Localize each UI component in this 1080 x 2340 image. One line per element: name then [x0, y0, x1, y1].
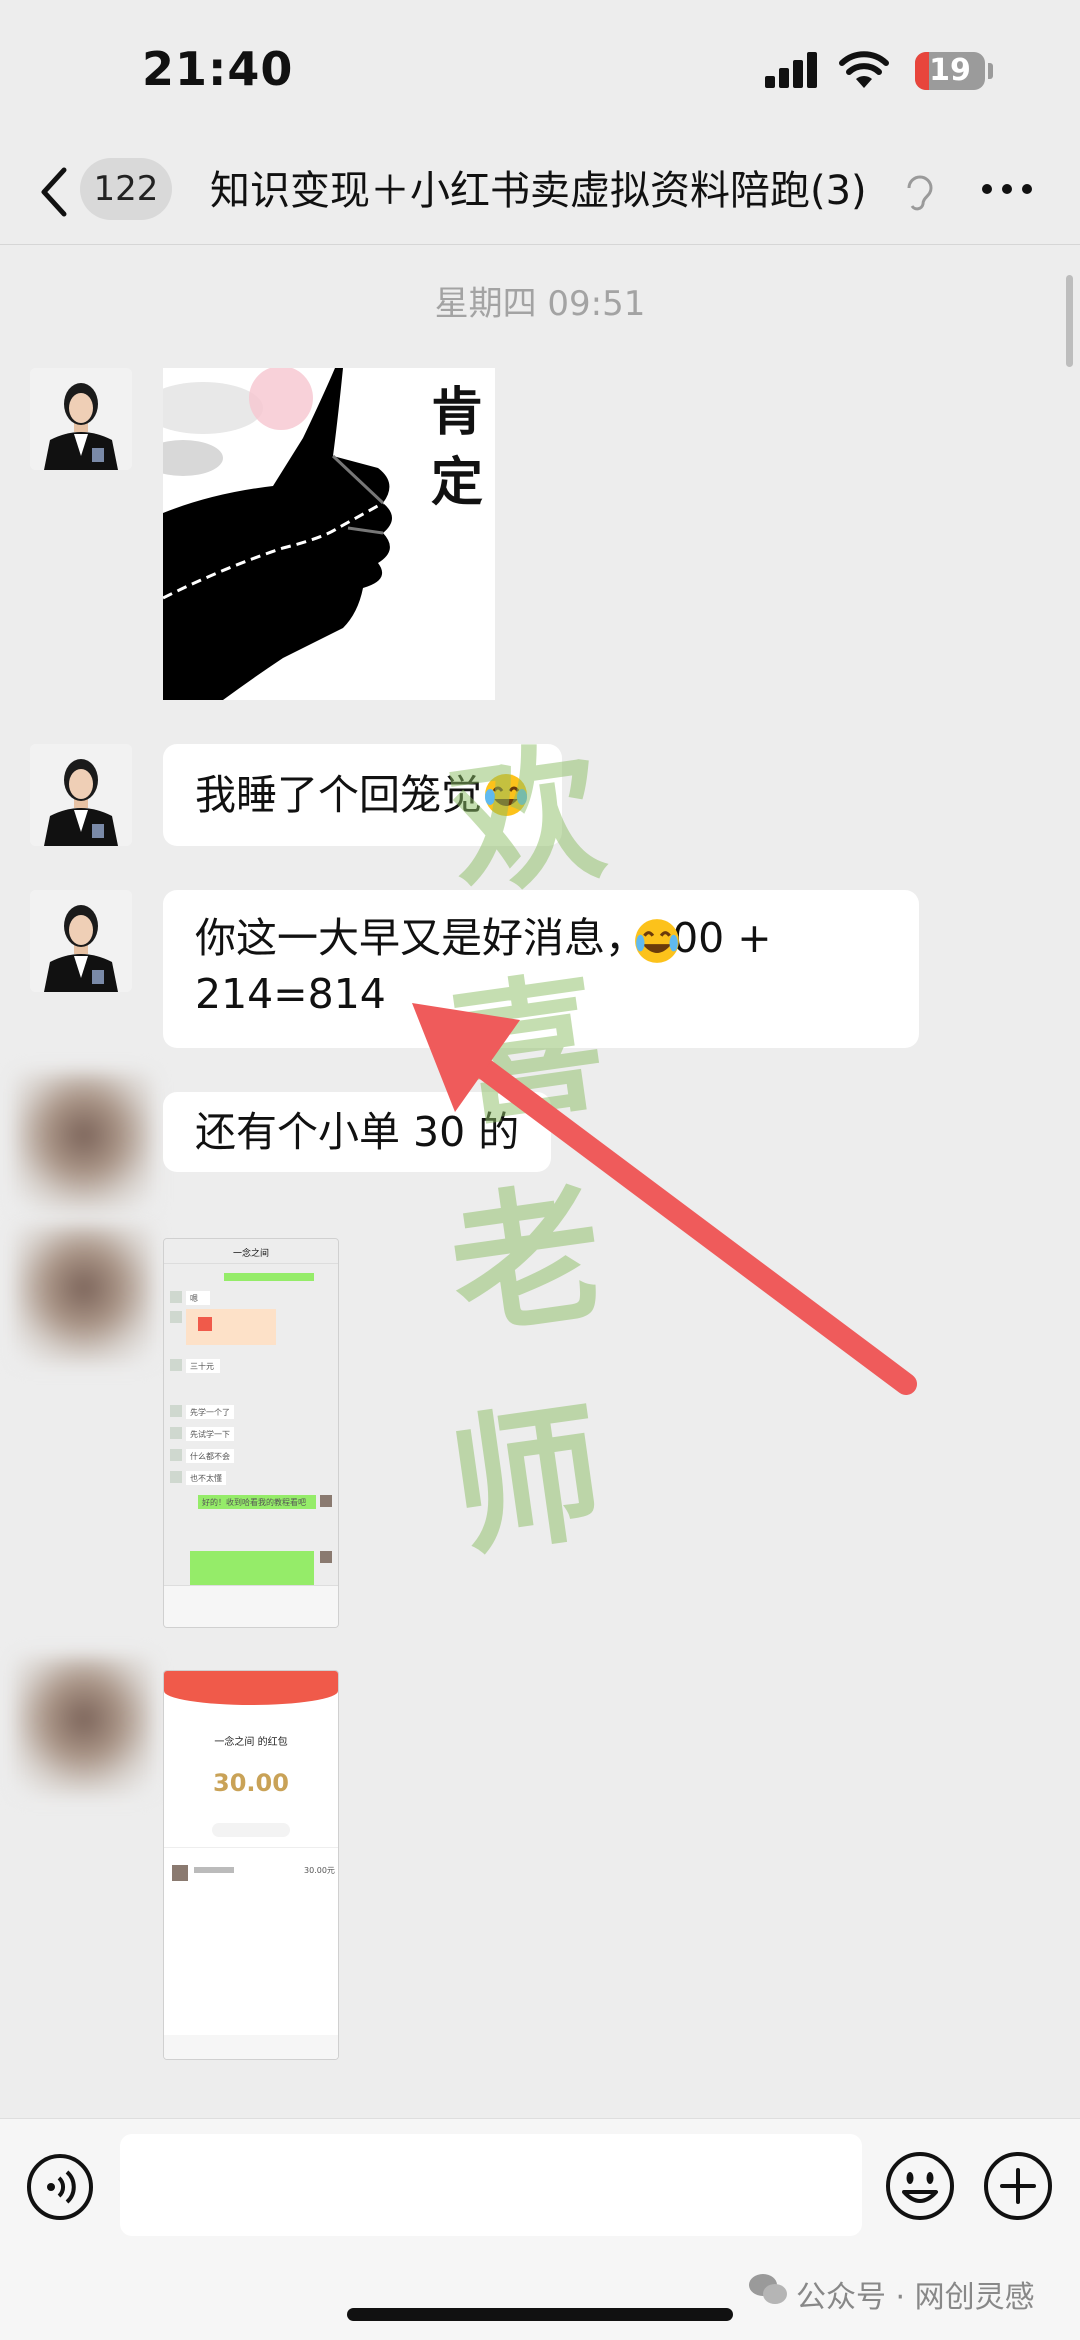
emoji-picker-icon[interactable]	[884, 2150, 956, 2222]
battery-indicator: 19	[915, 52, 985, 90]
home-indicator[interactable]	[347, 2308, 733, 2321]
footer-watermark-text: 公众号 · 网创灵感	[796, 2280, 1035, 2315]
thumbnail-row-text: 什么都不会	[190, 1452, 230, 1461]
avatar[interactable]	[30, 890, 132, 992]
cellular-signal-icon	[765, 52, 821, 88]
message-text: 我睡了个回笼觉	[195, 771, 482, 819]
thumbnail-row-text: 三十元	[190, 1362, 214, 1371]
blurred-avatar[interactable]	[14, 1656, 154, 1796]
more-options-icon[interactable]	[980, 182, 1034, 196]
unread-count-badge[interactable]: 122	[80, 158, 172, 220]
blurred-avatar[interactable]	[14, 1225, 154, 1365]
avatar[interactable]	[30, 368, 132, 470]
thumbnail-row-text: 先学一个了	[190, 1408, 230, 1417]
watermark-char: 师	[440, 1383, 614, 1579]
chat-title: 知识变现＋小红书卖虚拟资料陪跑(3)	[210, 168, 867, 214]
ear-mute-icon	[907, 175, 933, 211]
watermark-char: 欢	[440, 723, 614, 919]
sticker-caption: 肯 定	[431, 382, 484, 513]
blurred-avatar[interactable]	[14, 1072, 154, 1212]
wifi-icon	[839, 51, 889, 88]
grinning-sweat-emoji-icon	[635, 919, 679, 963]
red-packet-title: 一念之间 的红包	[214, 1737, 288, 1748]
message-input[interactable]	[120, 2134, 862, 2236]
watermark-char: 老	[440, 1163, 614, 1359]
voice-input-icon[interactable]	[25, 2152, 95, 2222]
status-time: 21:40	[142, 42, 294, 96]
watermark-char: 喜	[440, 953, 614, 1149]
avatar[interactable]	[30, 744, 132, 846]
thumbnail-row-text: 好的！收到哈看我的教程看吧	[202, 1498, 306, 1507]
thumbs-up-sticker[interactable]: 肯 定	[163, 368, 495, 700]
red-packet-list-amount: 30.00元	[304, 1866, 335, 1875]
message-timestamp: 星期四 09:51	[434, 284, 646, 324]
wechat-logo-icon	[749, 2274, 787, 2304]
thumbnail-row-text: 也不太懂	[190, 1474, 222, 1483]
thumbnail-header: 一念之间	[164, 1239, 338, 1264]
red-packet-amount: 30.00	[213, 1769, 289, 1797]
add-plus-icon[interactable]	[982, 2150, 1054, 2222]
thumbnail-row-text: 先试学一下	[190, 1430, 230, 1439]
battery-tip	[988, 63, 993, 79]
thumbnail-row-text: 嗯	[190, 1294, 198, 1303]
chat-screenshot-thumbnail[interactable]: 一念之间 嗯 三十元 先学一个了 先试学一下 什么都不会 也不太懂 好的！收到哈…	[163, 1238, 339, 1628]
red-packet-screenshot-thumbnail[interactable]: 一念之间 的红包 30.00 30.00元	[163, 1670, 339, 2060]
